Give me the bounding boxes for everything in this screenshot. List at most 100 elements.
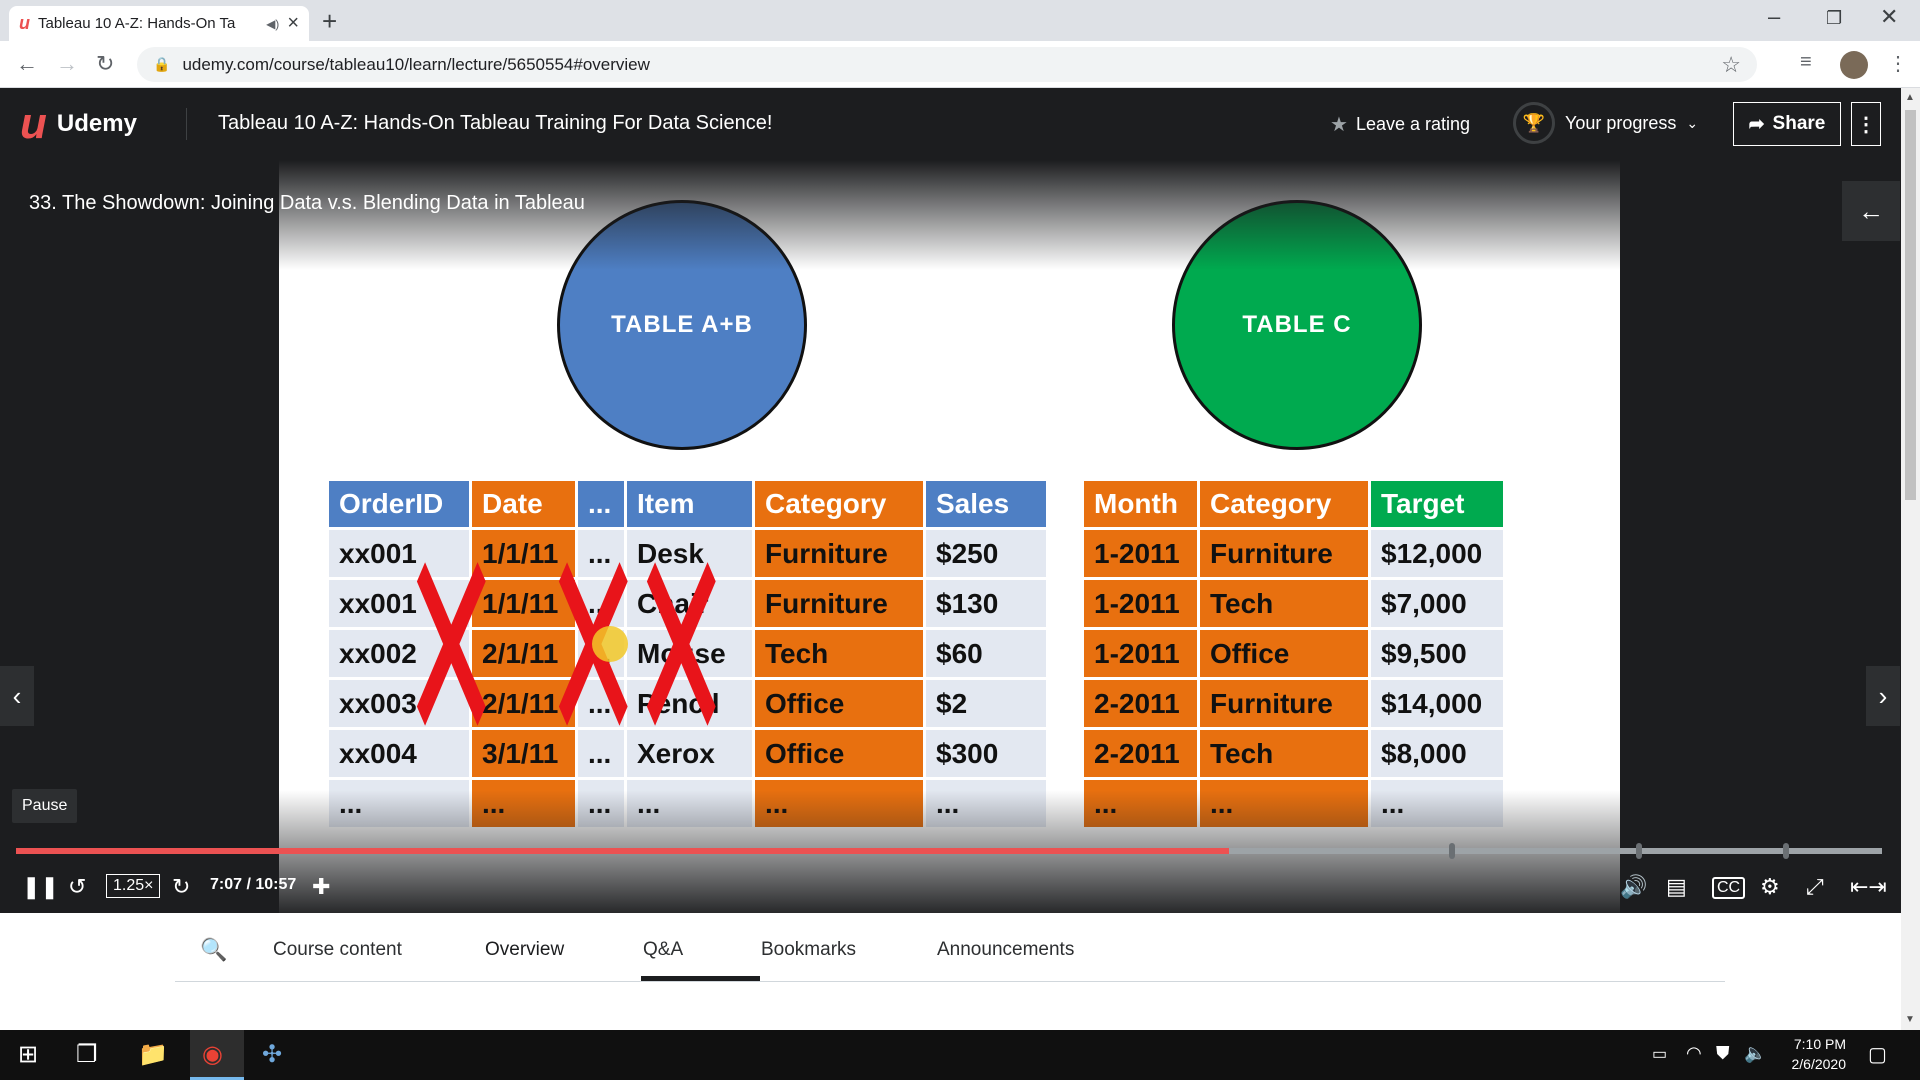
progress-played bbox=[16, 848, 1229, 854]
table-cell: $14,000 bbox=[1371, 680, 1503, 727]
captions-icon[interactable]: CC bbox=[1712, 877, 1746, 899]
table-c-header-row: Month Category Target bbox=[1084, 481, 1503, 527]
progress-label: Your progress bbox=[1565, 112, 1677, 133]
table-cell: $60 bbox=[926, 630, 1046, 677]
security-shield-icon[interactable]: ⛊ bbox=[1716, 1043, 1730, 1064]
speaker-icon[interactable]: ◀) bbox=[266, 17, 279, 31]
tab-qa[interactable]: Q&A bbox=[643, 939, 683, 961]
theater-mode-icon[interactable]: ⇤⇥ bbox=[1850, 874, 1887, 900]
back-icon[interactable]: ← bbox=[16, 51, 38, 77]
settings-gear-icon[interactable]: ⚙ bbox=[1760, 874, 1780, 900]
next-lecture-button[interactable]: › bbox=[1866, 666, 1900, 726]
restore-icon[interactable]: ❐ bbox=[1826, 8, 1842, 29]
table-row: 2-2011 Tech $8,000 bbox=[1084, 730, 1503, 777]
table-cell: Xerox bbox=[627, 730, 752, 777]
minimize-icon[interactable]: – bbox=[1768, 4, 1780, 30]
table-cell: Chair bbox=[627, 580, 752, 627]
chrome-icon[interactable]: ◉ bbox=[202, 1040, 223, 1069]
close-window-icon[interactable]: ✕ bbox=[1880, 4, 1898, 30]
progress-scrubber[interactable] bbox=[16, 843, 1882, 859]
progress-button[interactable]: 🏆 Your progress ⌄ bbox=[1513, 102, 1698, 144]
playback-speed-button[interactable]: 1.25× bbox=[106, 874, 161, 898]
table-c-header: Target bbox=[1371, 481, 1503, 527]
media-control-icon[interactable]: ≡ bbox=[1800, 51, 1812, 74]
notifications-icon[interactable]: ▢ bbox=[1868, 1042, 1887, 1067]
bookmark-marker[interactable] bbox=[1636, 843, 1642, 859]
header-divider bbox=[186, 108, 187, 140]
reload-icon[interactable]: ↻ bbox=[96, 51, 114, 77]
table-cell: Furniture bbox=[755, 580, 923, 627]
lecture-title: 33. The Showdown: Joining Data v.s. Blen… bbox=[29, 192, 585, 214]
fullscreen-icon[interactable]: ⤢ bbox=[1806, 874, 1824, 900]
share-label: Share bbox=[1772, 113, 1826, 134]
volume-tray-icon[interactable]: 🔈 bbox=[1744, 1043, 1766, 1064]
windows-taskbar: ⊞ ❐ 📁 ◉ ✣ ▭ ◠ ⛊ 🔈 7:10 PM 2/6/2020 ▢ bbox=[0, 1030, 1920, 1080]
file-explorer-icon[interactable]: 📁 bbox=[138, 1040, 168, 1069]
share-button[interactable]: ➦ Share bbox=[1733, 102, 1841, 146]
active-tab-indicator bbox=[641, 976, 760, 981]
table-cell: Tech bbox=[1200, 580, 1368, 627]
course-title[interactable]: Tableau 10 A-Z: Hands-On Tableau Trainin… bbox=[218, 112, 772, 135]
table-cell: 1-2011 bbox=[1084, 580, 1197, 627]
bookmark-marker[interactable] bbox=[1783, 843, 1789, 859]
table-cell: xx002 bbox=[329, 630, 469, 677]
page-scrollbar[interactable]: ▲ ▼ bbox=[1901, 88, 1920, 1030]
tableau-icon[interactable]: ✣ bbox=[262, 1040, 282, 1069]
bookmark-star-icon[interactable]: ☆ bbox=[1721, 52, 1741, 78]
forward-icon[interactable]: → bbox=[56, 51, 78, 77]
forward-icon[interactable]: ↻ bbox=[172, 874, 190, 900]
table-cell: 3/1/11 bbox=[472, 730, 575, 777]
tab-announcements[interactable]: Announcements bbox=[937, 939, 1074, 961]
table-cell: Furniture bbox=[1200, 530, 1368, 577]
tab-overview[interactable]: Overview bbox=[485, 939, 564, 961]
pause-tooltip: Pause bbox=[12, 789, 78, 823]
clock-time: 7:10 PM bbox=[1793, 1036, 1846, 1052]
table-cell: 1/1/11 bbox=[472, 530, 575, 577]
table-cell: xx003 bbox=[329, 680, 469, 727]
battery-icon[interactable]: ▭ bbox=[1652, 1044, 1667, 1064]
table-c-header: Category bbox=[1200, 481, 1368, 527]
table-cell: $12,000 bbox=[1371, 530, 1503, 577]
wifi-icon[interactable]: ◠ bbox=[1686, 1043, 1702, 1064]
volume-icon[interactable]: 🔊 bbox=[1620, 874, 1647, 900]
scrollbar-thumb[interactable] bbox=[1905, 110, 1916, 500]
table-c-header: Month bbox=[1084, 481, 1197, 527]
bookmark-marker[interactable] bbox=[1449, 843, 1455, 859]
tab-course-content[interactable]: Course content bbox=[273, 939, 402, 961]
transcript-icon[interactable]: ▤ bbox=[1666, 874, 1687, 900]
udemy-logo-icon: u bbox=[20, 99, 47, 148]
table-row: 2-2011 Furniture $14,000 bbox=[1084, 680, 1503, 727]
add-bookmark-icon[interactable]: ✚ bbox=[312, 874, 330, 900]
tab-bookmarks[interactable]: Bookmarks bbox=[761, 939, 856, 961]
udemy-logo[interactable]: u Udemy bbox=[20, 102, 137, 146]
search-icon[interactable]: 🔍 bbox=[200, 937, 227, 963]
browser-tab-title: Tableau 10 A-Z: Hands-On Ta bbox=[38, 15, 236, 32]
table-row: 1-2011 Furniture $12,000 bbox=[1084, 530, 1503, 577]
browser-tab[interactable]: u Tableau 10 A-Z: Hands-On Ta ◀) × bbox=[9, 6, 309, 41]
pause-icon[interactable]: ❚❚ bbox=[22, 874, 59, 900]
table-c-label: TABLE C bbox=[1242, 311, 1352, 338]
time-display: 7:07 / 10:57 bbox=[210, 876, 297, 893]
table-cell: 1-2011 bbox=[1084, 530, 1197, 577]
taskbar-clock[interactable]: 7:10 PM 2/6/2020 bbox=[1776, 1034, 1847, 1074]
url-field[interactable]: 🔒 udemy.com/course/tableau10/learn/lectu… bbox=[137, 47, 1757, 82]
new-tab-icon[interactable]: + bbox=[322, 6, 337, 37]
windows-start-icon[interactable]: ⊞ bbox=[18, 1040, 38, 1069]
rewind-icon[interactable]: ↺ bbox=[68, 874, 86, 900]
profile-avatar[interactable] bbox=[1840, 51, 1868, 79]
table-row: xx003 2/1/11 ... Pencil Office $2 bbox=[329, 680, 1046, 727]
leave-rating-button[interactable]: ★ Leave a rating bbox=[1330, 112, 1470, 137]
table-ab-header-row: OrderID Date ... Item Category Sales bbox=[329, 481, 1046, 527]
task-view-icon[interactable]: ❐ bbox=[76, 1040, 98, 1069]
chrome-menu-icon[interactable]: ⋮ bbox=[1888, 51, 1908, 76]
previous-lecture-button[interactable]: ‹ bbox=[0, 666, 34, 726]
video-player[interactable]: TABLE A+B TABLE C OrderID Date ... Item … bbox=[0, 160, 1901, 913]
more-options-button[interactable]: ⋮ bbox=[1851, 102, 1881, 146]
scroll-up-icon[interactable]: ▲ bbox=[1905, 92, 1915, 103]
table-cell: xx001 bbox=[329, 530, 469, 577]
scroll-down-icon[interactable]: ▼ bbox=[1905, 1014, 1915, 1025]
expand-sidebar-button[interactable]: ← bbox=[1842, 181, 1900, 241]
table-ab-header: ... bbox=[578, 481, 624, 527]
table-cell: $8,000 bbox=[1371, 730, 1503, 777]
close-tab-icon[interactable]: × bbox=[287, 12, 299, 35]
